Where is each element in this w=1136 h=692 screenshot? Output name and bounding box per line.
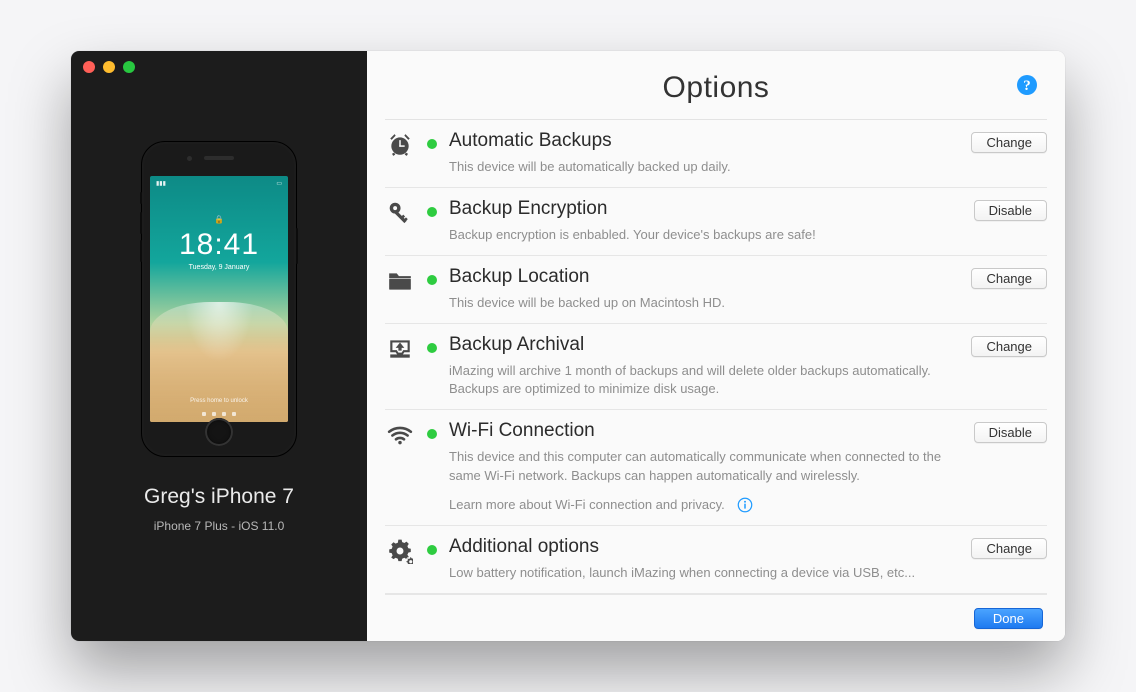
phone-side-button (296, 228, 298, 264)
section-automatic-backups: Automatic Backups This device will be au… (385, 120, 1047, 188)
status-dot-enabled (427, 545, 437, 555)
change-automatic-backups-button[interactable]: Change (971, 132, 1047, 153)
section-desc: This device and this computer can automa… (449, 448, 962, 486)
dock-icons (150, 412, 288, 416)
phone-lock-screen: ▮▮▮ ▭ 🔒 18:41 Tuesday, 9 January Press h… (150, 176, 288, 422)
section-desc: iMazing will archive 1 month of backups … (449, 362, 959, 400)
change-additional-options-button[interactable]: Change (971, 538, 1047, 559)
home-button (205, 418, 233, 446)
options-panel: ? Options (367, 51, 1065, 641)
signal-icon: ▮▮▮ (156, 180, 166, 187)
phone-status-bar: ▮▮▮ ▭ (150, 176, 288, 187)
page-title: Options (385, 51, 1047, 119)
status-dot-enabled (427, 429, 437, 439)
lock-screen-date: Tuesday, 9 January (189, 264, 250, 271)
section-desc: This device will be backed up on Macinto… (449, 294, 959, 313)
gear-icon (385, 536, 415, 564)
alarm-clock-icon (385, 130, 415, 158)
svg-text:?: ? (1023, 78, 1031, 94)
disable-backup-encryption-button[interactable]: Disable (974, 200, 1047, 221)
status-dot-enabled (427, 343, 437, 353)
phone-speaker (204, 156, 234, 160)
help-icon[interactable]: ? (1015, 73, 1039, 97)
section-desc: Backup encryption is enbabled. Your devi… (449, 226, 962, 245)
options-section-list: Automatic Backups This device will be au… (385, 119, 1047, 594)
zoom-window-button[interactable] (123, 61, 135, 73)
section-additional-options: Additional options Low battery notificat… (385, 526, 1047, 594)
device-sidebar: ▮▮▮ ▭ 🔒 18:41 Tuesday, 9 January Press h… (71, 51, 367, 641)
phone-volume-up (140, 212, 142, 234)
panel-footer: Done (974, 608, 1043, 629)
done-button[interactable]: Done (974, 608, 1043, 629)
lock-screen-time: 18:41 (179, 228, 259, 262)
device-model-os: iPhone 7 Plus - iOS 11.0 (154, 519, 285, 533)
close-window-button[interactable] (83, 61, 95, 73)
app-window: ▮▮▮ ▭ 🔒 18:41 Tuesday, 9 January Press h… (71, 51, 1065, 641)
section-backup-encryption: Backup Encryption Backup encryption is e… (385, 188, 1047, 256)
section-backup-archival: Backup Archival iMazing will archive 1 m… (385, 324, 1047, 411)
battery-icon: ▭ (276, 180, 282, 187)
status-dot-enabled (427, 275, 437, 285)
section-title: Backup Location (449, 266, 959, 288)
section-title: Backup Archival (449, 334, 959, 356)
info-icon[interactable] (736, 496, 754, 514)
device-mockup: ▮▮▮ ▭ 🔒 18:41 Tuesday, 9 January Press h… (141, 141, 297, 457)
change-backup-archival-button[interactable]: Change (971, 336, 1047, 357)
wifi-learn-more-text: Learn more about Wi-Fi connection and pr… (449, 497, 725, 512)
phone-volume-down (140, 240, 142, 262)
wifi-learn-more-line: Learn more about Wi-Fi connection and pr… (449, 496, 962, 515)
section-desc: Low battery notification, launch iMazing… (449, 564, 959, 583)
key-icon (385, 198, 415, 226)
phone-front-camera (187, 156, 192, 161)
wifi-icon (385, 420, 415, 448)
section-title: Additional options (449, 536, 959, 558)
section-title: Wi-Fi Connection (449, 420, 962, 442)
minimize-window-button[interactable] (103, 61, 115, 73)
footer-separator (385, 594, 1047, 595)
section-title: Backup Encryption (449, 198, 962, 220)
section-desc: This device will be automatically backed… (449, 158, 959, 177)
status-dot-enabled (427, 207, 437, 217)
status-dot-enabled (427, 139, 437, 149)
section-backup-location: Backup Location This device will be back… (385, 256, 1047, 324)
window-traffic-lights (83, 61, 135, 73)
phone-mute-switch (140, 192, 142, 204)
section-wifi-connection: Wi-Fi Connection This device and this co… (385, 410, 1047, 526)
folder-icon (385, 266, 415, 294)
change-backup-location-button[interactable]: Change (971, 268, 1047, 289)
device-name: Greg's iPhone 7 (144, 485, 294, 509)
wallpaper-wave (150, 302, 288, 422)
disable-wifi-connection-button[interactable]: Disable (974, 422, 1047, 443)
lock-icon: 🔒 (214, 215, 224, 224)
section-title: Automatic Backups (449, 130, 959, 152)
archive-tray-icon (385, 334, 415, 362)
unlock-hint: Press home to unlock (190, 398, 248, 404)
